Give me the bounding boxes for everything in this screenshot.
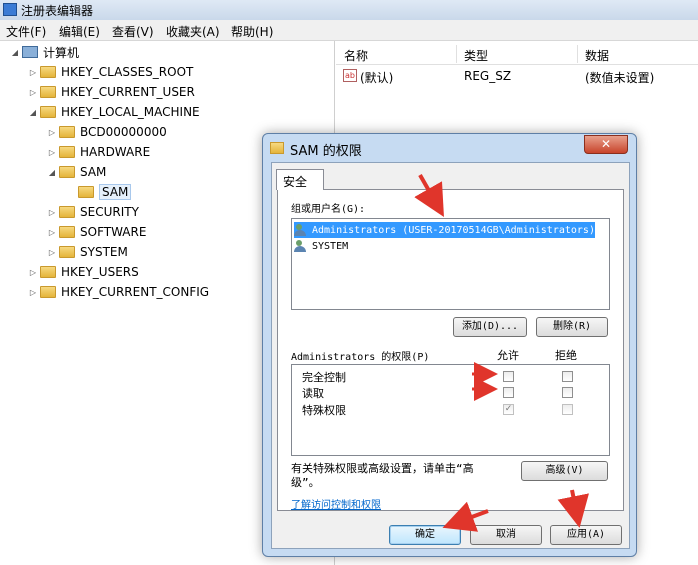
annotation-arrow-ok [442,501,489,532]
annotation-arrows [414,174,589,532]
annotation-arrow-users [414,174,444,217]
annotation-arrow-apply [557,489,589,528]
tab-security[interactable]: 安全 [276,169,324,190]
